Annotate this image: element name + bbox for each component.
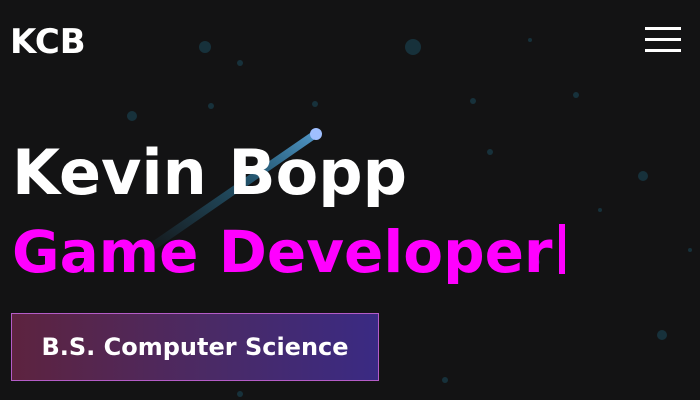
hamburger-menu-icon[interactable] [645,25,681,53]
degree-badge[interactable]: B.S. Computer Science [11,313,379,381]
typing-cursor [558,224,565,274]
hero-role: Game Developer [12,216,565,288]
site-logo[interactable]: KCB [10,22,86,62]
hero-name: Kevin Bopp [12,136,408,209]
hero-role-text: Game Developer [12,218,553,286]
menu-bar-middle [645,38,681,41]
hero-page: KCB Kevin Bopp Game Developer B.S. Compu… [0,0,700,400]
menu-bar-top [645,27,681,30]
menu-bar-bottom [645,49,681,52]
degree-label: B.S. Computer Science [41,333,349,361]
